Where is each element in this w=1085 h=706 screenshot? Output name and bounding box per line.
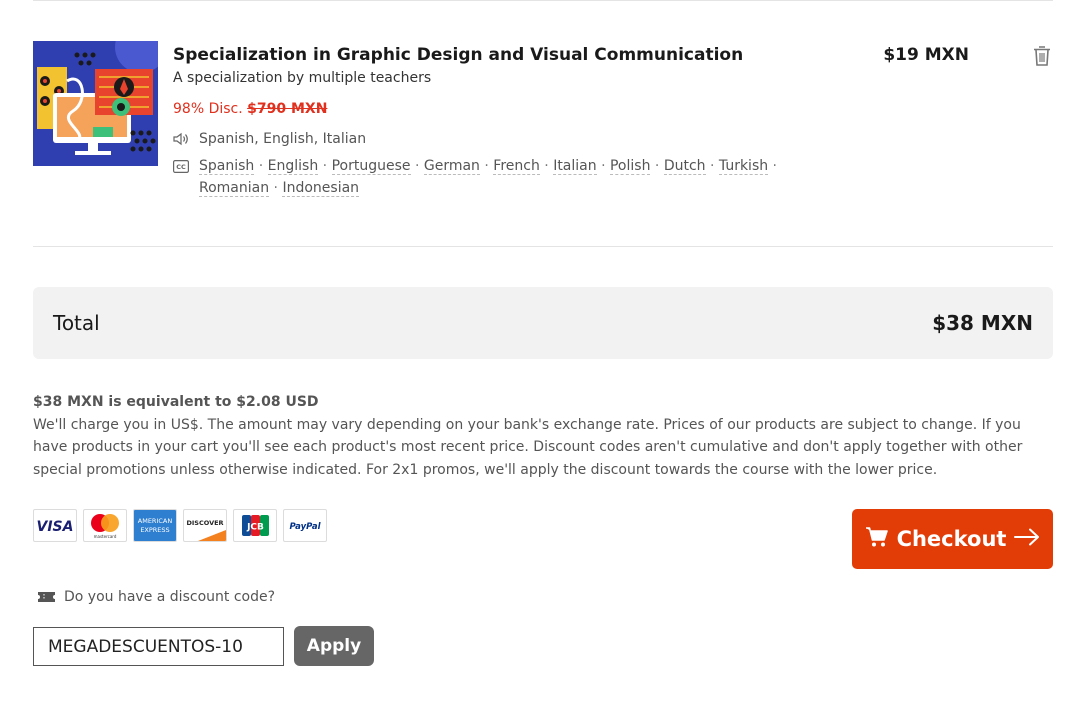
course-thumbnail[interactable] [33,41,158,166]
apply-button[interactable]: Apply [294,626,374,666]
subtitle-language: German [423,158,480,175]
trash-icon[interactable] [1033,45,1053,67]
audio-languages: Spanish, English, Italian [199,131,367,147]
subtitle-language: Polish [609,158,651,175]
course-author: A specialization by multiple teachers [173,70,432,86]
subtitle-language: Spanish [199,158,255,175]
mid-divider [33,246,1053,247]
payment-methods: VISA mastercard AMERICAN EXPRESS DISCOVER… [33,509,327,542]
discount-percent: 98% Disc. [173,101,243,117]
subtitle-language: Portuguese [331,158,411,175]
arrow-right-icon [1014,527,1040,551]
subtitle-languages-row: CC Spanish · English · Portuguese · Germ… [173,155,823,199]
audio-languages-row: Spanish, English, Italian [173,128,823,150]
checkout-label: Checkout [896,527,1007,551]
amex-text-line1: AMERICAN [138,517,173,525]
subtitle-language: Romanian [199,180,270,197]
paypal-text: PayPal [289,522,321,532]
original-price: $790 MXN [247,101,328,117]
checkout-button[interactable]: Checkout [852,509,1053,569]
svg-text:CC: CC [176,163,186,171]
subtitle-language: Turkish [718,158,769,175]
discount-question[interactable]: Do you have a discount code? [37,589,275,605]
ticket-icon [37,590,56,604]
subtitle-language: Dutch [663,158,706,175]
cc-icon: CC [173,155,191,177]
mastercard-text: mastercard [94,534,117,539]
course-title[interactable]: Specialization in Graphic Design and Vis… [173,43,823,67]
visa-text: VISA [37,519,74,535]
item-price: $19 MXN [883,45,969,65]
visa-icon: VISA [33,509,77,542]
jcb-icon: JCB [233,509,277,542]
jcb-text: JCB [246,523,264,533]
total-label: Total [53,311,100,335]
top-divider [33,0,1053,1]
total-value: $38 MXN [932,311,1033,335]
subtitle-languages: Spanish · English · Portuguese · German … [199,158,778,197]
speaker-icon [173,128,191,150]
total-box: Total $38 MXN [33,287,1053,359]
cart-item-info: Specialization in Graphic Design and Vis… [173,43,823,199]
subtitle-language: English [267,158,319,175]
discount-question-text: Do you have a discount code? [64,589,276,605]
mastercard-icon: mastercard [83,509,127,542]
discount-row: 98% Disc. $790 MXN [173,99,823,119]
currency-equivalence: $38 MXN is equivalent to $2.08 USD [33,394,319,410]
discover-text: DISCOVER [186,519,223,527]
cart-item: Specialization in Graphic Design and Vis… [33,41,1053,221]
cart-icon [865,526,889,553]
charge-disclaimer: We'll charge you in US$. The amount may … [33,416,1023,478]
discover-icon: DISCOVER [183,509,227,542]
amex-icon: AMERICAN EXPRESS [133,509,177,542]
subtitle-language: Indonesian [282,180,360,197]
amex-text-line2: EXPRESS [140,526,169,534]
discount-code-input[interactable] [33,627,284,666]
subtitle-language: French [493,158,540,175]
currency-note: $38 MXN is equivalent to $2.08 USD We'll… [33,391,1053,481]
subtitle-language: Italian [553,158,597,175]
paypal-icon: PayPal [283,509,327,542]
